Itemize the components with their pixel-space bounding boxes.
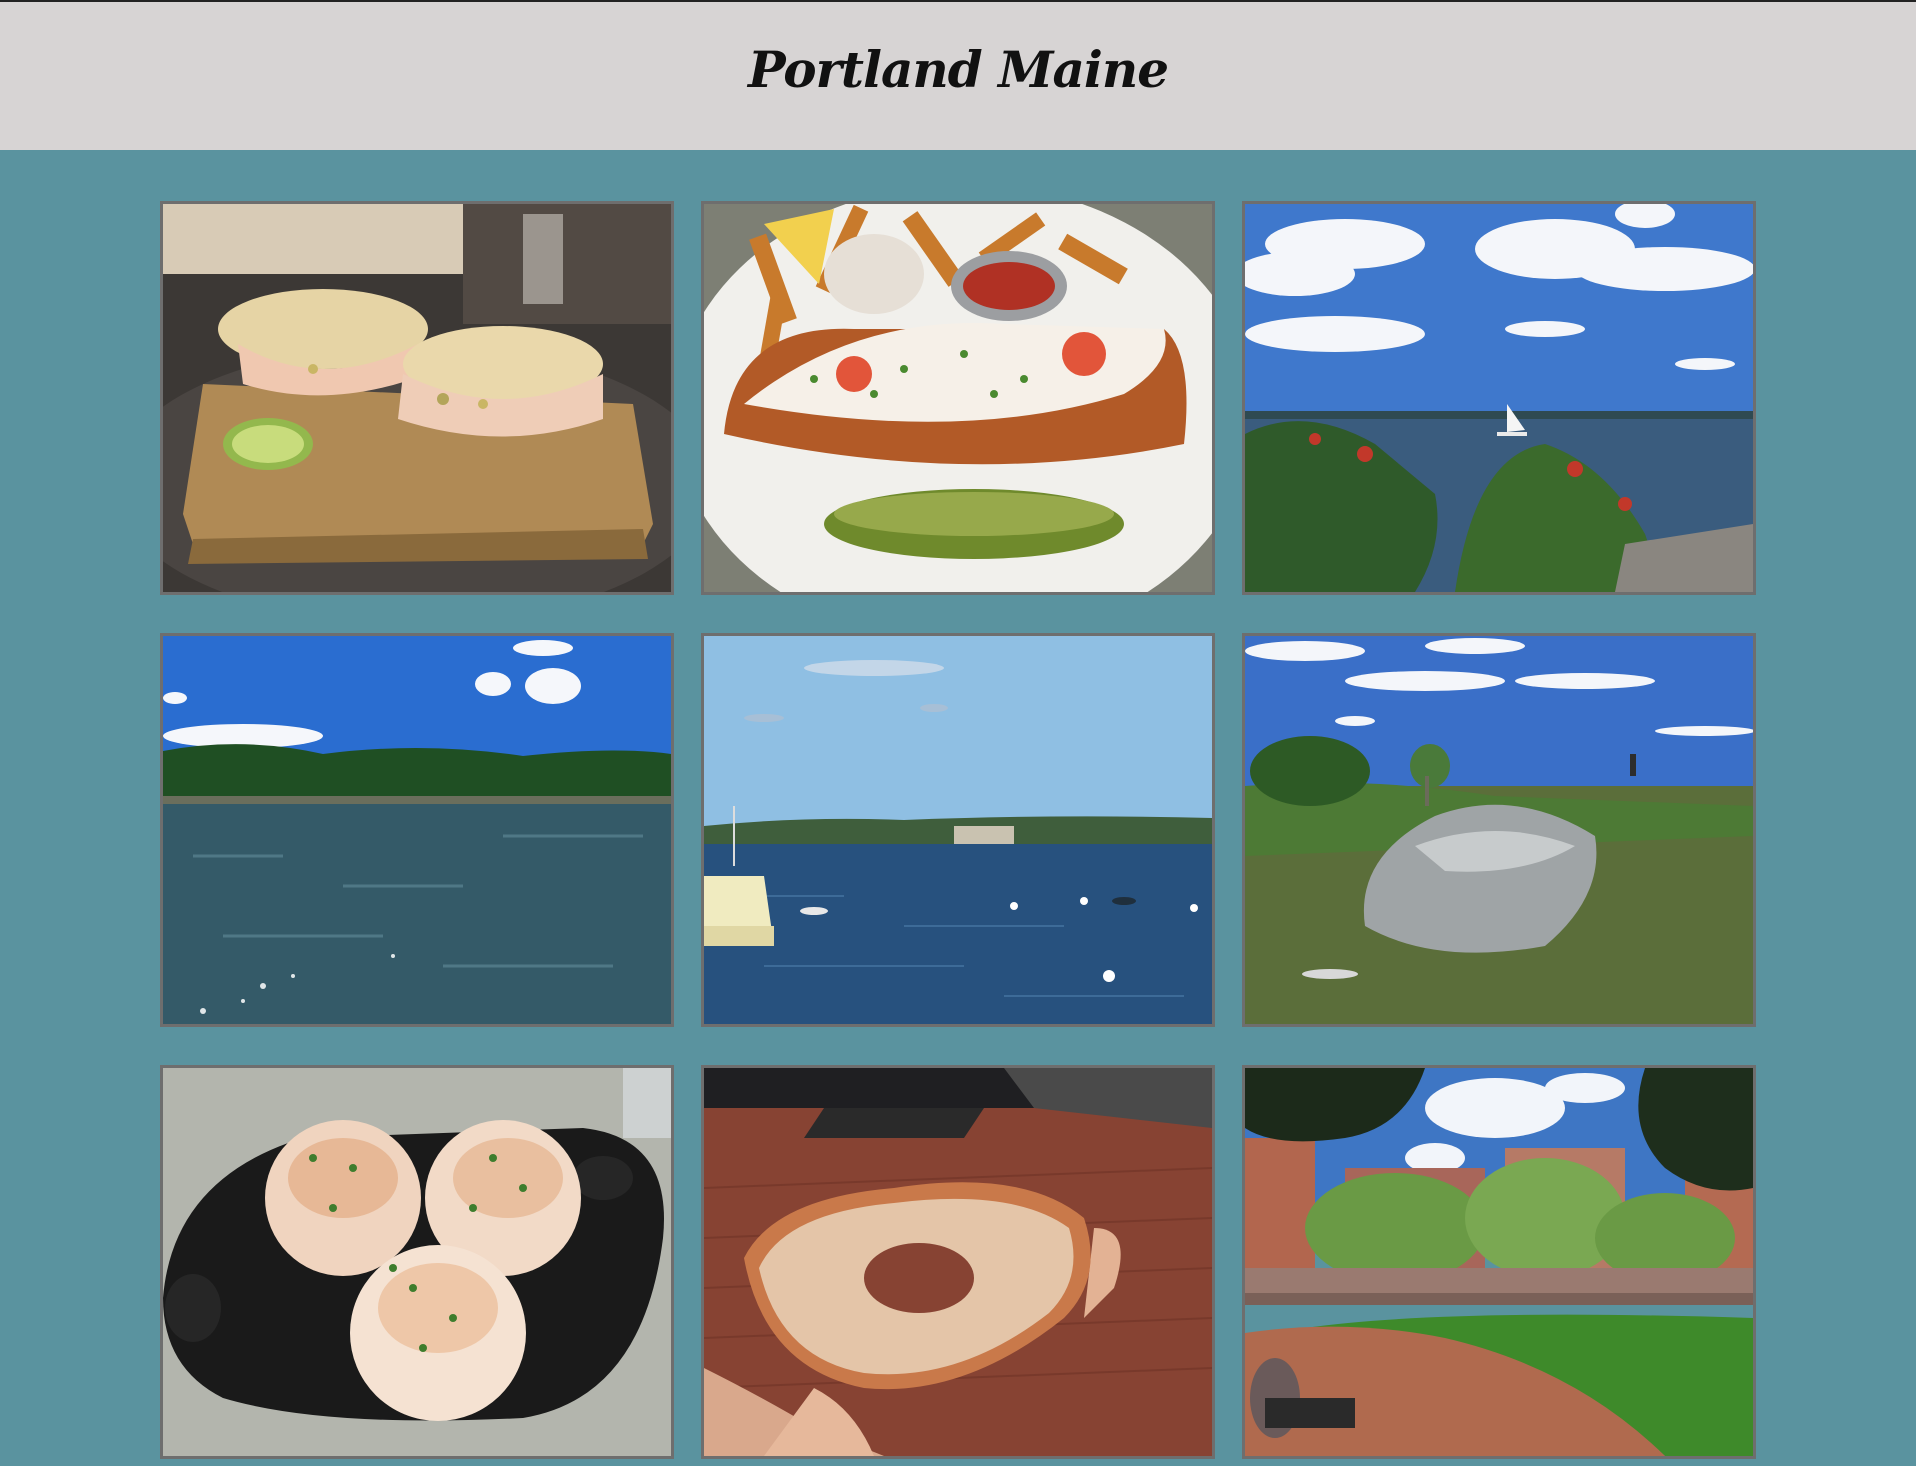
- photo-donut-hand[interactable]: [701, 1065, 1215, 1459]
- harbor-sailboat-image: [1245, 204, 1753, 592]
- page-title: Portland Maine: [747, 40, 1169, 99]
- river-treeline-image: [163, 636, 671, 1024]
- lobster-sandwich-image: [163, 204, 671, 592]
- photo-park-stone[interactable]: [1242, 633, 1756, 1027]
- photo-gallery: [160, 201, 1756, 1459]
- donut-hand-image: [704, 1068, 1212, 1456]
- photo-lobster-sandwich[interactable]: [160, 201, 674, 595]
- park-stone-image: [1245, 636, 1753, 1024]
- photo-rolls-pan[interactable]: [160, 1065, 674, 1459]
- page-header: Portland Maine: [0, 0, 1916, 150]
- bay-fort-image: [704, 636, 1212, 1024]
- photo-city-park[interactable]: [1242, 1065, 1756, 1459]
- photo-lobster-roll[interactable]: [701, 201, 1215, 595]
- photo-harbor-sailboat[interactable]: [1242, 201, 1756, 595]
- rolls-pan-image: [163, 1068, 671, 1456]
- photo-river-treeline[interactable]: [160, 633, 674, 1027]
- photo-bay-fort[interactable]: [701, 633, 1215, 1027]
- lobster-roll-image: [704, 204, 1212, 592]
- city-park-image: [1245, 1068, 1753, 1456]
